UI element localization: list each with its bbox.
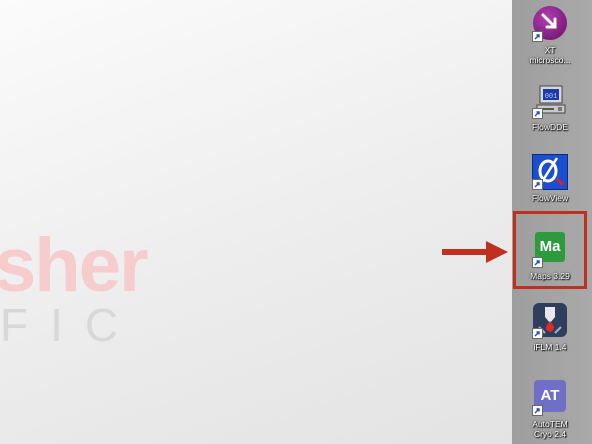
shortcut-arrow-icon — [532, 328, 543, 339]
flowview-icon — [532, 154, 568, 190]
desktop-icon-autotem[interactable]: AT AutoTEM Cryo 2.4 — [512, 378, 588, 439]
desktop-icon-label: AutoTEM Cryo 2.4 — [532, 419, 568, 439]
desktop-icon-xt-microscope[interactable]: XT microsco... — [512, 6, 588, 65]
wallpaper-brand-text: sher — [0, 223, 149, 308]
desktop-icon-label: XT microsco... — [529, 45, 571, 65]
desktop-icon-label: FlowView — [531, 193, 569, 203]
desktop: sher FIC XT microsco... 001 FlowDDE Flow… — [0, 0, 592, 444]
autotem-icon: AT — [532, 380, 568, 416]
shortcut-arrow-icon — [532, 31, 543, 42]
svg-text:001: 001 — [545, 93, 558, 101]
desktop-icon-label: iFLM 1.4 — [533, 342, 567, 352]
shortcut-arrow-icon — [532, 405, 543, 416]
flowdde-computer-icon: 001 — [532, 83, 568, 119]
desktop-icon-flowview[interactable]: FlowView — [512, 154, 588, 203]
shortcut-arrow-icon — [532, 179, 543, 190]
annotation-arrow-icon — [442, 241, 508, 263]
xt-microscope-icon — [532, 6, 568, 42]
iflm-icon — [532, 303, 568, 339]
shortcut-arrow-icon — [532, 108, 543, 119]
desktop-icon-flowdde[interactable]: 001 FlowDDE — [512, 83, 588, 132]
wallpaper-sub-text: FIC — [0, 299, 141, 351]
annotation-highlight-box — [513, 211, 587, 289]
desktop-icon-label: FlowDDE — [532, 122, 568, 132]
desktop-icon-iflm[interactable]: iFLM 1.4 — [512, 303, 588, 352]
